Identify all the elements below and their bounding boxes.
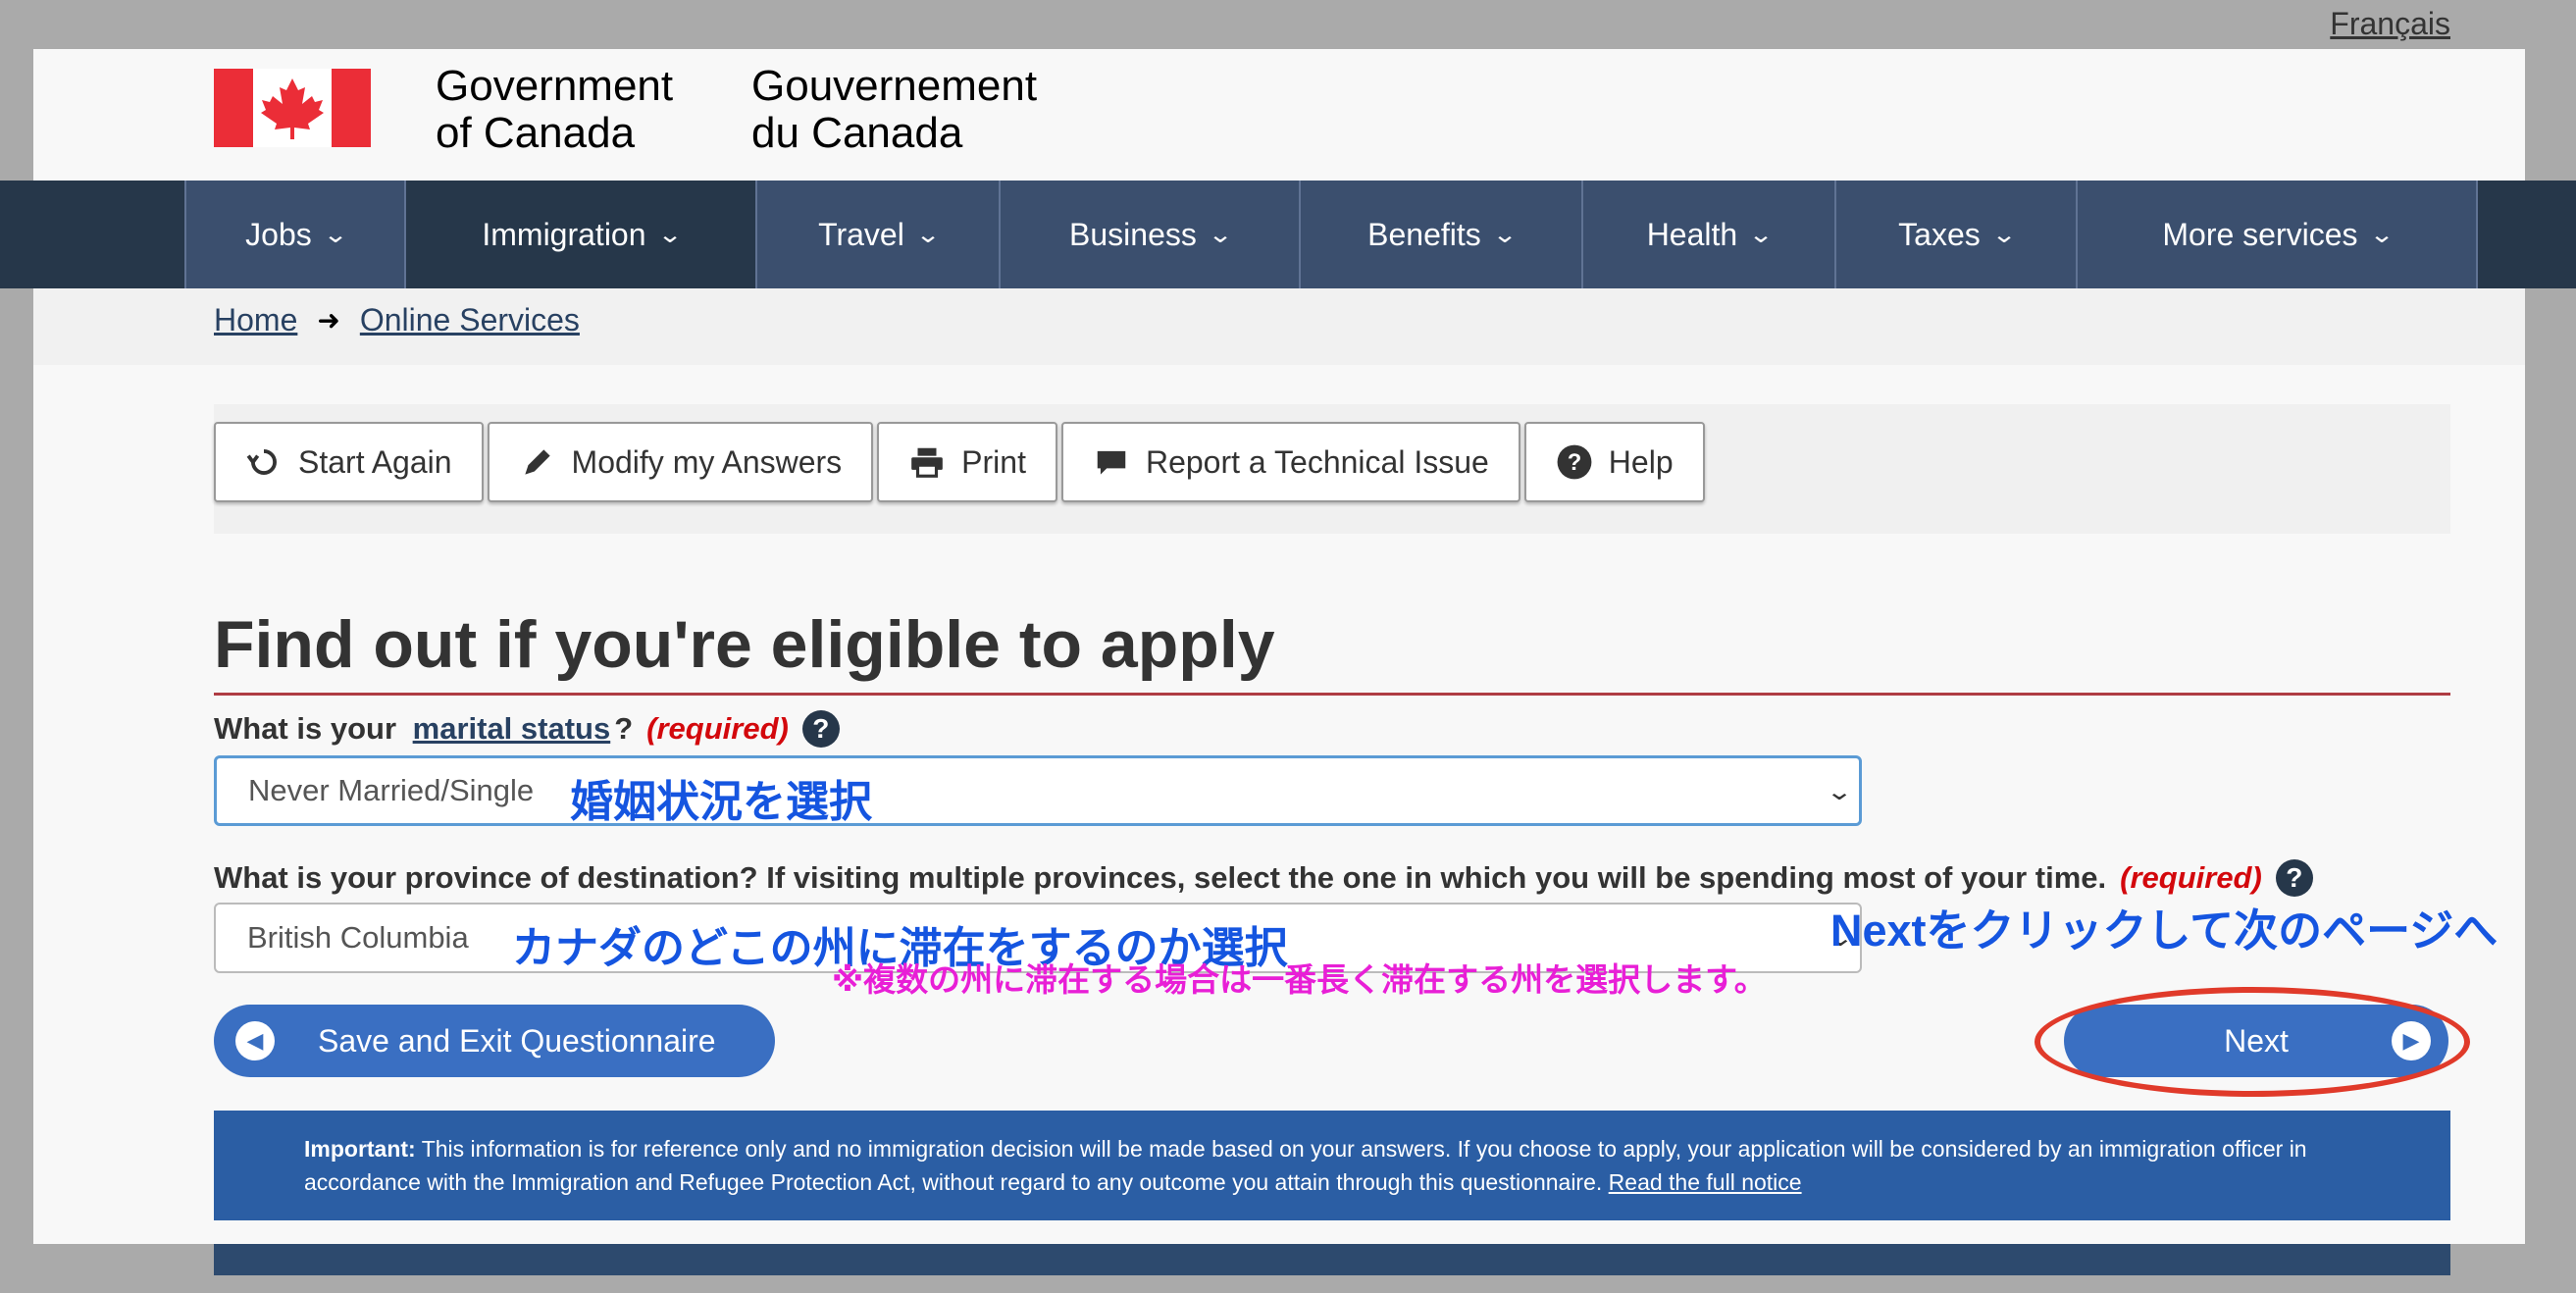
arrow-left-circle-icon: ◀ [235,1021,275,1060]
important-notice: Important: This information is for refer… [214,1111,2450,1220]
marital-status-select[interactable]: Never Married/Single 婚姻状況を選択 ⌄ [214,755,1862,826]
help-button[interactable]: ? Help [1523,422,1705,502]
comment-icon [1097,450,1126,475]
nav-item-business[interactable]: Business ⌄ [999,181,1299,288]
chevron-down-icon: ⌄ [656,221,683,248]
wordmark-french: Gouvernement du Canada [751,62,1038,157]
help-question-icon[interactable]: ? [2275,859,2313,897]
breadcrumb-online-services-link[interactable]: Online Services [360,302,580,338]
arrow-right-icon: ➜ [317,305,340,336]
chevron-down-icon: ⌄ [1207,221,1233,248]
report-issue-button[interactable]: Report a Technical Issue [1060,422,1520,502]
help-question-icon[interactable]: ? [801,710,840,748]
wordmark-english: Government of Canada [436,62,674,157]
read-full-notice-link[interactable]: Read the full notice [1609,1169,1802,1195]
save-exit-button[interactable]: ◀ Save and Exit Questionnaire [214,1005,775,1077]
question-circle-icon: ? [1557,444,1592,480]
printer-icon [911,447,944,478]
nav-item-travel[interactable]: Travel ⌄ [755,181,999,288]
breadcrumb: Home ➜ Online Services [214,302,580,338]
page-title: Find out if you're eligible to apply [214,607,1275,682]
nav-item-health[interactable]: Health ⌄ [1581,181,1834,288]
canada-flag-logo [214,69,371,147]
footer-strip [214,1244,2450,1275]
main-nav: Jobs ⌄ Immigration ⌄ Travel ⌄ Business ⌄ Ben… [184,181,2478,288]
refresh-icon [246,449,277,475]
chevron-down-icon: ⌄ [2368,221,2395,248]
multiple-provinces-note: ※複数の州に滞在する場合は一番長く滞在する州を選択します。 [832,961,1767,998]
chevron-down-icon: ⌄ [914,221,941,248]
toolbar: Start Again Modify my Answers Print Repo… [214,422,1705,502]
svg-text:?: ? [1568,449,1582,476]
print-button[interactable]: Print [877,422,1057,502]
marital-status-link[interactable]: marital status [413,711,611,747]
nav-item-more-services[interactable]: More services ⌄ [2076,181,2478,288]
required-marker: (required) [646,711,789,746]
chevron-down-icon: ⌄ [1825,779,1854,805]
nav-item-immigration[interactable]: Immigration ⌄ [404,181,755,288]
chevron-down-icon: ⌄ [1748,221,1775,248]
chevron-down-icon: ⌄ [322,221,348,248]
province-label: What is your province of destination? If… [214,859,2313,897]
start-again-button[interactable]: Start Again [214,422,484,502]
required-marker: (required) [2120,860,2262,895]
title-underline [214,693,2450,696]
chevron-down-icon: ⌄ [1491,221,1518,248]
next-instruction-annotation: Nextをクリックして次のページへ [1830,905,2499,956]
modify-answers-button[interactable]: Modify my Answers [487,422,874,502]
nav-item-benefits[interactable]: Benefits ⌄ [1299,181,1581,288]
breadcrumb-home-link[interactable]: Home [214,302,297,338]
chevron-down-icon: ⌄ [1990,221,2017,248]
next-highlight-oval [2035,987,2470,1097]
marital-status-label: What is your marital status? (required) … [214,710,840,748]
marital-status-annotation: 婚姻状況を選択 [570,778,872,826]
nav-item-taxes[interactable]: Taxes ⌄ [1834,181,2076,288]
nav-item-jobs[interactable]: Jobs ⌄ [184,181,404,288]
language-toggle-link[interactable]: Français [2330,6,2450,42]
pencil-icon [524,449,550,475]
